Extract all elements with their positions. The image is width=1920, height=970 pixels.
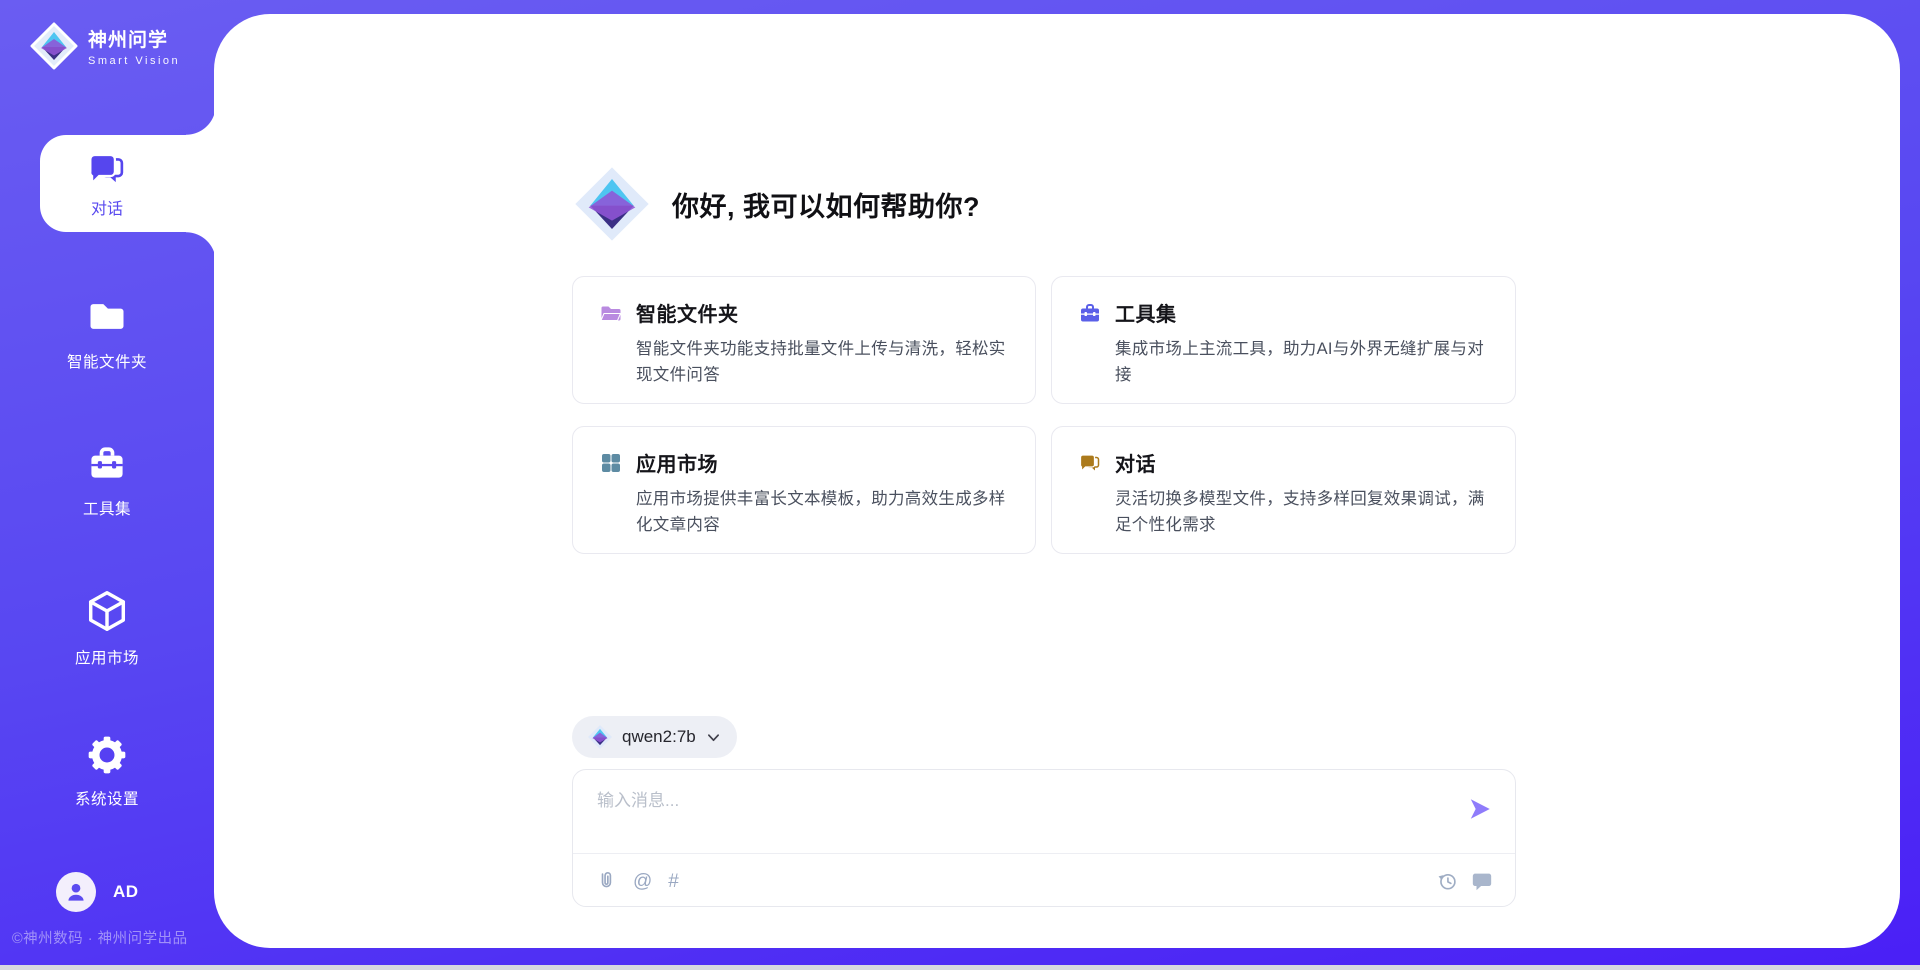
window-bottom-edge: [0, 965, 1920, 970]
sidebar-item-label: 智能文件夹: [0, 350, 214, 372]
folder-icon: [85, 294, 129, 338]
sidebar-item-settings[interactable]: 系统设置: [0, 735, 214, 809]
message-input[interactable]: [597, 786, 1457, 848]
tab-curve-top: [186, 105, 216, 135]
card-app-market[interactable]: 应用市场 应用市场提供丰富长文本模板，助力高效生成多样化文章内容: [572, 426, 1036, 554]
sidebar-item-label: 对话: [91, 195, 123, 219]
message-composer: @ #: [572, 769, 1516, 907]
chevron-down-icon: [705, 729, 722, 746]
card-description: 智能文件夹功能支持批量文件上传与清洗，轻松实现文件问答: [636, 336, 1009, 388]
card-description: 应用市场提供丰富长文本模板，助力高效生成多样化文章内容: [636, 486, 1009, 538]
hash-icon[interactable]: #: [668, 872, 679, 891]
card-title: 智能文件夹: [636, 298, 739, 327]
app-name: 神州问学: [88, 25, 180, 52]
app-grid-icon: [599, 451, 623, 475]
composer-toolbar-right: [1436, 870, 1493, 892]
sidebar: 神州问学 Smart Vision 对话 智能文件夹: [0, 0, 214, 970]
folder-open-icon: [599, 301, 623, 325]
greeting: 你好, 我可以如何帮助你?: [572, 164, 980, 244]
card-title: 工具集: [1115, 298, 1177, 327]
avatar: [56, 872, 96, 912]
send-icon[interactable]: [1467, 796, 1493, 822]
card-title: 对话: [1115, 448, 1156, 477]
card-chat[interactable]: 对话 灵活切换多模型文件，支持多样回复效果调试，满足个性化需求: [1051, 426, 1516, 554]
sidebar-item-label: 系统设置: [0, 787, 214, 809]
toolbox-icon: [85, 441, 129, 485]
chat-icon: [86, 148, 128, 190]
composer-toolbar: @ #: [595, 862, 1493, 900]
sidebar-item-chat[interactable]: 对话: [40, 135, 216, 232]
model-name: qwen2:7b: [622, 727, 696, 747]
card-description: 集成市场上主流工具，助力AI与外界无缝扩展与对接: [1115, 336, 1489, 388]
app-tagline: Smart Vision: [88, 55, 180, 67]
sidebar-item-label: 应用市场: [0, 646, 214, 668]
user-initials: AD: [113, 882, 139, 902]
history-icon[interactable]: [1436, 870, 1458, 892]
feature-cards: 智能文件夹 智能文件夹功能支持批量文件上传与清洗，轻松实现文件问答 工具集 集成…: [572, 276, 1518, 554]
feedback-bubble-icon[interactable]: [1471, 870, 1493, 892]
paperclip-icon[interactable]: [595, 870, 617, 892]
card-description: 灵活切换多模型文件，支持多样回复效果调试，满足个性化需求: [1115, 486, 1489, 538]
chat-icon: [1078, 451, 1102, 475]
composer-divider: [573, 853, 1515, 854]
brand-diamond-icon: [30, 22, 78, 70]
app-logo: 神州问学 Smart Vision: [30, 22, 180, 70]
sidebar-item-toolset[interactable]: 工具集: [0, 441, 214, 519]
user-profile[interactable]: AD: [56, 872, 139, 912]
brand-diamond-icon: [572, 164, 652, 244]
logo-text: 神州问学 Smart Vision: [88, 25, 180, 67]
sidebar-item-label: 工具集: [0, 497, 214, 519]
model-diamond-icon: [587, 724, 613, 750]
main-panel: 你好, 我可以如何帮助你? 智能文件夹 智能文件夹功能支持批量文件上传与清洗，轻…: [214, 14, 1900, 948]
sidebar-item-smart-folder[interactable]: 智能文件夹: [0, 294, 214, 372]
app-root: 你好, 我可以如何帮助你? 智能文件夹 智能文件夹功能支持批量文件上传与清洗，轻…: [0, 0, 1920, 970]
card-smart-folder[interactable]: 智能文件夹 智能文件夹功能支持批量文件上传与清洗，轻松实现文件问答: [572, 276, 1036, 404]
sidebar-item-app-market[interactable]: 应用市场: [0, 588, 214, 668]
person-icon: [63, 879, 89, 905]
gear-icon: [87, 735, 127, 775]
card-toolset[interactable]: 工具集 集成市场上主流工具，助力AI与外界无缝扩展与对接: [1051, 276, 1516, 404]
toolbox-icon: [1078, 301, 1102, 325]
at-icon[interactable]: @: [633, 872, 652, 891]
cube-icon: [84, 588, 130, 634]
tab-curve-bottom: [186, 232, 216, 262]
model-selector[interactable]: qwen2:7b: [572, 716, 737, 758]
card-title: 应用市场: [636, 448, 718, 477]
footer-credit: ©神州数码 · 神州问学出品: [12, 927, 188, 948]
greeting-title: 你好, 我可以如何帮助你?: [672, 185, 980, 224]
